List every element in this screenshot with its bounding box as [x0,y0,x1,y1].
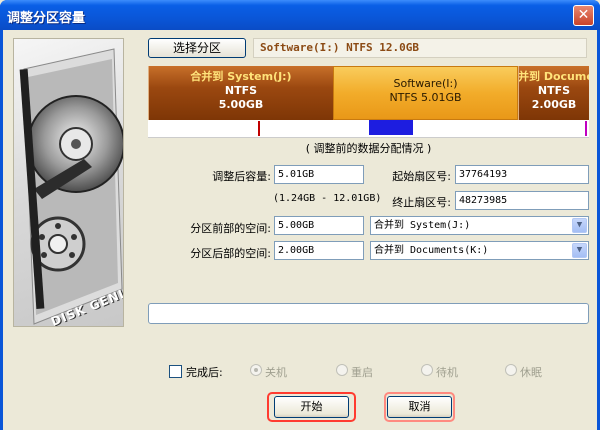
current-partition-display: Software(I:) NTFS 12.0GB [253,38,587,58]
radio-shutdown-label: 关机 [265,366,287,379]
segment-label: 合并到 System(J:) [190,70,292,83]
front-space-action-select[interactable]: 合并到 System(J:) ▼ [370,216,589,235]
chevron-down-icon[interactable]: ▼ [572,243,587,258]
title-bar[interactable]: 调整分区容量 ✕ [0,0,600,30]
rear-space-action-value: 合并到 Documents(K:) [374,245,489,256]
segment-label: Software(I:) [393,77,458,90]
partition-segment-software[interactable]: Software(I:) NTFS 5.01GB [333,66,518,120]
dialog-body: DISK GENIUS 选择分区 Software(I:) NTFS 12.0G… [3,30,597,430]
partition-segment-documents[interactable]: 合并到 Documents NTFS 2.00GB [518,66,589,120]
rear-space-label: 分区后部的空间: [190,247,271,260]
front-space-action-value: 合并到 System(J:) [374,220,471,231]
radio-standby-label: 待机 [436,366,458,379]
front-space-label: 分区前部的空间: [190,222,271,235]
size-range-hint: (1.24GB - 12.01GB) [273,193,382,204]
progress-bar [148,303,589,324]
after-complete-checkbox[interactable] [169,365,182,378]
window-title: 调整分区容量 [7,11,86,26]
radio-standby[interactable] [421,364,433,376]
end-sector-label: 终止扇区号: [392,196,451,209]
size-label: 调整后容量: [212,170,271,183]
after-complete-label: 完成后: [186,366,223,379]
segment-label: 合并到 Documents [518,70,589,83]
radio-shutdown[interactable] [250,364,262,376]
front-boundary-marker [258,121,260,136]
end-sector-input[interactable]: 48273985 [455,191,589,210]
cancel-button[interactable]: 取消 [387,396,452,418]
dialog-window: 调整分区容量 ✕ DISK GENIUS 选择分区 Software(I:) N… [0,0,600,430]
select-partition-button[interactable]: 选择分区 [148,38,246,58]
radio-hibernate-label: 休眠 [520,366,542,379]
start-sector-input[interactable]: 37764193 [455,165,589,184]
rear-space-action-select[interactable]: 合并到 Documents(K:) ▼ [370,241,589,260]
rear-boundary-marker [585,121,587,136]
data-distribution-strip [148,120,589,138]
close-button[interactable]: ✕ [573,5,594,26]
segment-size: 5.00GB [218,98,264,111]
segment-fs: NTFS [224,84,258,97]
front-space-input[interactable]: 5.00GB [274,216,364,235]
used-data-block [369,120,413,135]
rear-space-input[interactable]: 2.00GB [274,241,364,260]
size-input[interactable]: 5.01GB [274,165,364,184]
hard-disk-icon [19,48,123,325]
segment-size: 2.00GB [531,98,577,111]
radio-hibernate[interactable] [505,364,517,376]
chevron-down-icon[interactable]: ▼ [572,218,587,233]
radio-restart-label: 重启 [351,366,373,379]
start-button[interactable]: 开始 [274,396,349,418]
segment-fs: NTFS [537,84,571,97]
segment-fs-size: NTFS 5.01GB [389,91,462,104]
hard-disk-illustration: DISK GENIUS [13,38,124,327]
partition-layout-bar: 合并到 System(J:) NTFS 5.00GB Software(I:) … [148,66,589,120]
partition-segment-system[interactable]: 合并到 System(J:) NTFS 5.00GB [148,66,333,120]
distribution-caption: ( 调整前的数据分配情况 ) [305,142,432,155]
radio-restart[interactable] [336,364,348,376]
start-sector-label: 起始扇区号: [392,170,451,183]
